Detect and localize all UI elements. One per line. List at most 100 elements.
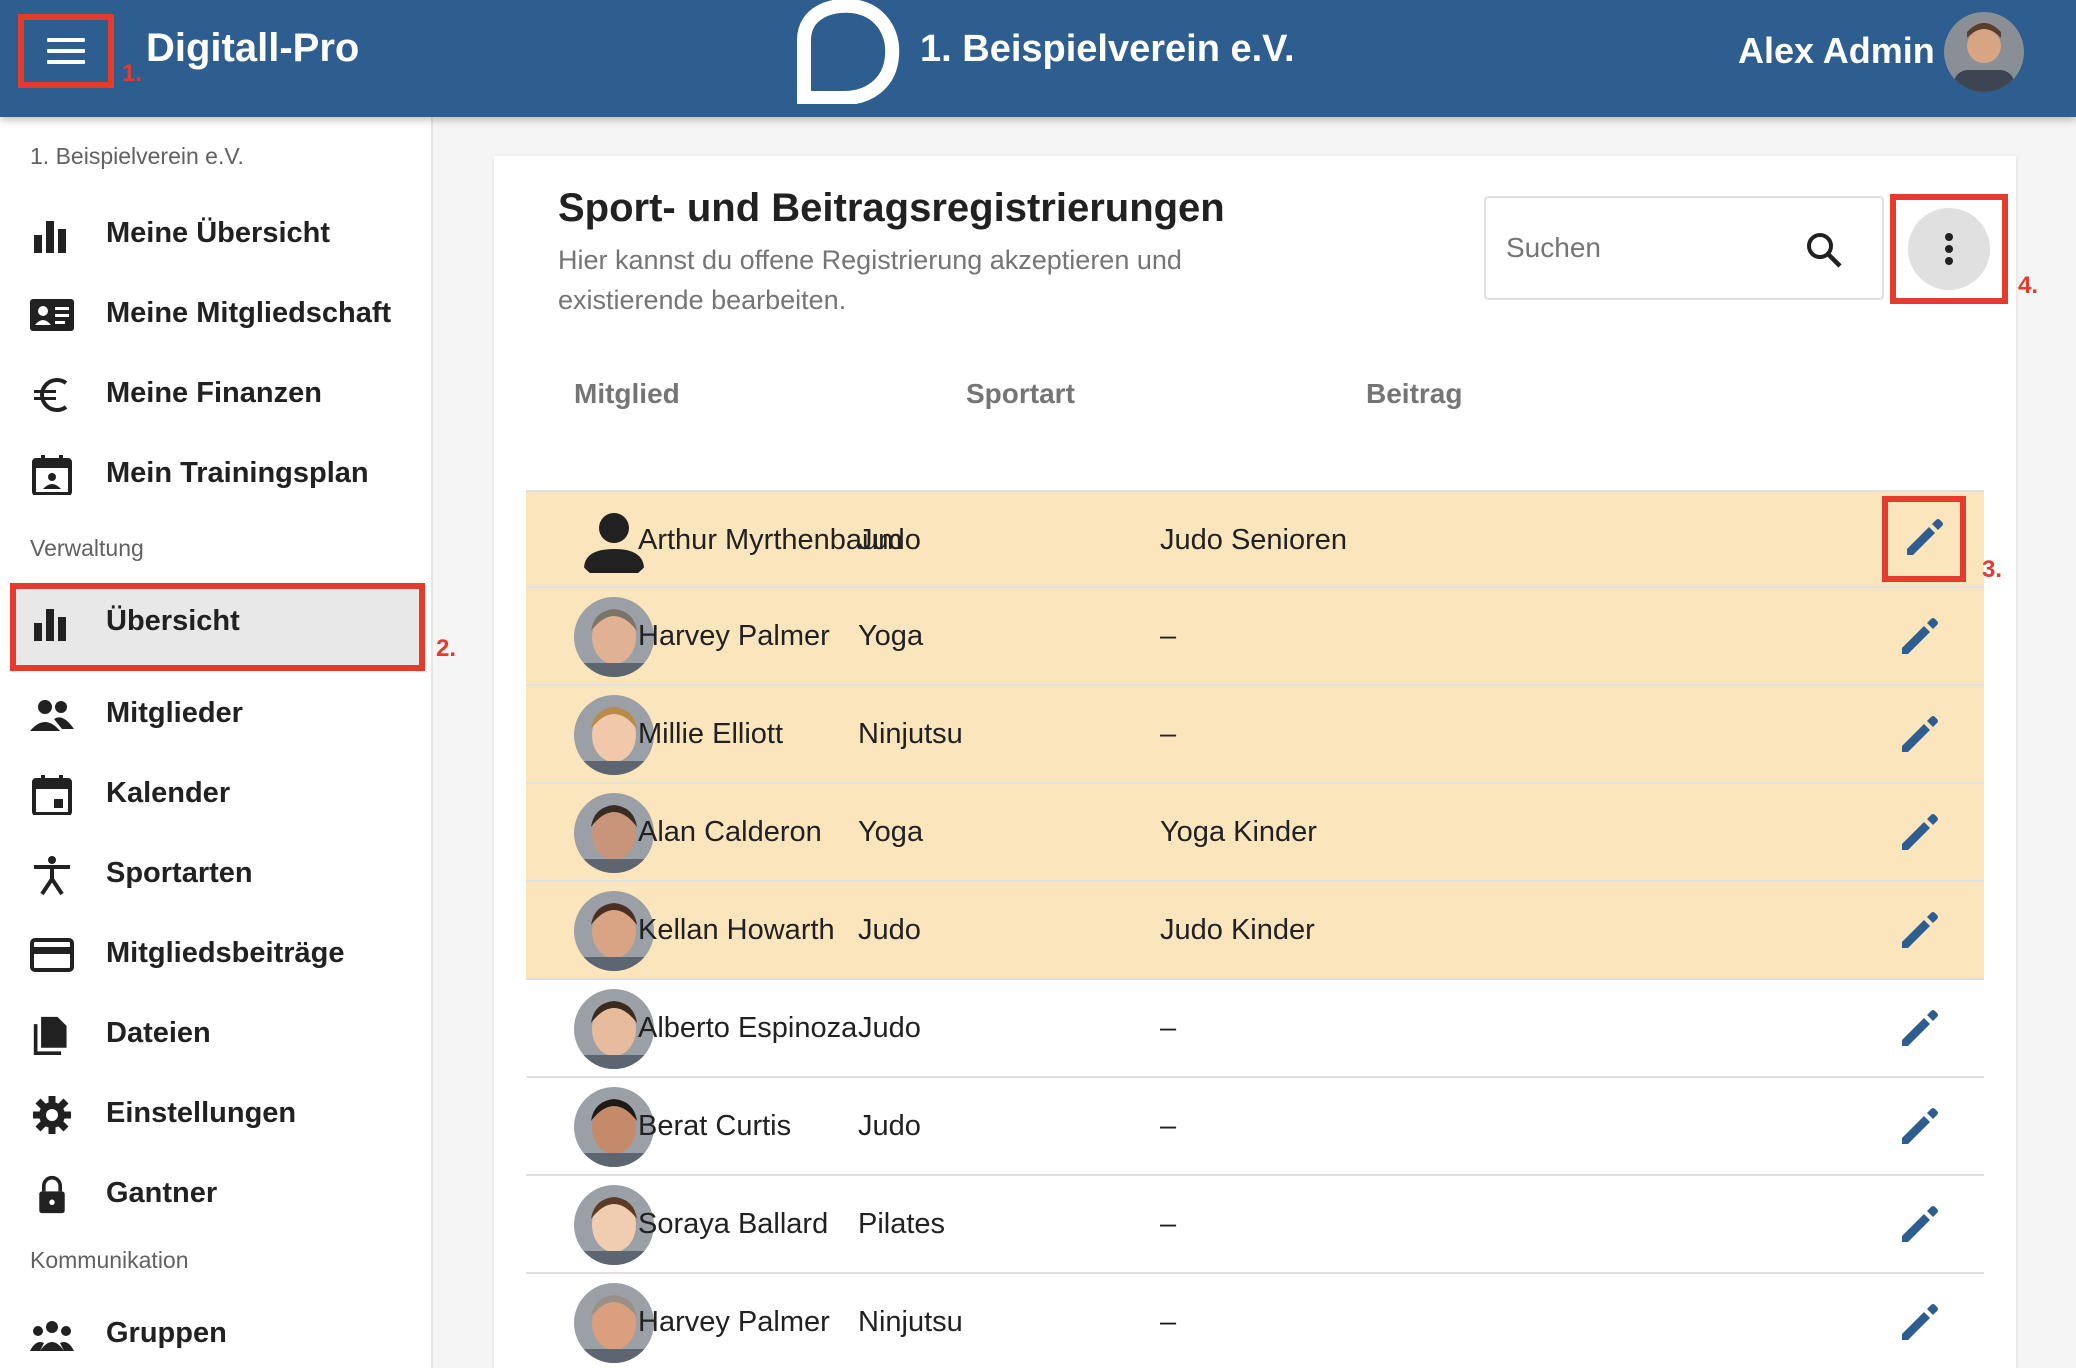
more-options-button[interactable] <box>1890 194 2008 304</box>
sidebar-item-meine-mitgliedschaft[interactable]: Meine Mitgliedschaft <box>10 275 425 355</box>
column-header-mitglied[interactable]: Mitglied <box>574 378 680 410</box>
sidebar-item-kalender[interactable]: Kalender <box>10 755 425 835</box>
sidebar-item-mitglieder[interactable]: Mitglieder <box>10 675 425 755</box>
table-row[interactable]: Alan Calderon Yoga Yoga Kinder <box>526 784 1984 882</box>
calendar-icon <box>32 775 72 815</box>
table-row[interactable]: Berat Curtis Judo – <box>526 1078 1984 1176</box>
edit-button[interactable] <box>1896 712 1942 758</box>
sidebar-item-sportarten[interactable]: Sportarten <box>10 835 425 915</box>
sidebar-item-label: Meine Finanzen <box>106 377 322 409</box>
pencil-icon <box>1902 716 1938 752</box>
pencil-icon <box>1902 618 1938 654</box>
groups-icon <box>30 1321 74 1351</box>
annotation-label: 1. <box>122 60 143 87</box>
sidebar-item-mitgliedsbeitraege[interactable]: Mitgliedsbeiträge <box>10 915 425 995</box>
sidebar-item-label: Meine Übersicht <box>106 217 330 249</box>
edit-button[interactable] <box>1896 1202 1942 1248</box>
bar-chart-icon <box>34 221 66 253</box>
sidebar-item-gruppen[interactable]: Gruppen <box>10 1295 425 1368</box>
edit-button[interactable] <box>1896 1300 1942 1346</box>
edit-button[interactable] <box>1896 1006 1942 1052</box>
member-name: Harvey Palmer <box>638 1306 830 1338</box>
sidebar-item-meine-finanzen[interactable]: Meine Finanzen <box>10 355 425 435</box>
top-app-bar: 1. Digitall-Pro 1. Beispielverein e.V. A… <box>0 0 2076 117</box>
sidebar-item-einstellungen[interactable]: Einstellungen <box>10 1075 425 1155</box>
sidebar-section-verwaltung: Verwaltung <box>30 535 144 561</box>
sidebar-item-meine-uebersicht[interactable]: Meine Übersicht <box>10 195 425 275</box>
fee-name: – <box>1160 1306 1177 1338</box>
column-header-sportart[interactable]: Sportart <box>966 378 1075 410</box>
pencil-icon <box>1902 912 1938 948</box>
edit-button[interactable] <box>1896 1104 1942 1150</box>
sidebar-item-gantner[interactable]: Gantner <box>10 1155 425 1235</box>
files-icon <box>33 1016 67 1055</box>
table-row[interactable]: Soraya Ballard Pilates – <box>526 1176 1984 1274</box>
member-name: Alan Calderon <box>638 816 822 848</box>
sport-name: Ninjutsu <box>858 718 963 750</box>
menu-button[interactable] <box>18 14 114 88</box>
search-icon[interactable] <box>1804 230 1844 270</box>
fee-name: Judo Senioren <box>1160 524 1348 556</box>
user-avatar[interactable] <box>1944 12 2024 92</box>
fee-name: – <box>1160 620 1177 652</box>
pencil-icon <box>1902 1304 1938 1340</box>
fee-name: – <box>1160 1208 1177 1240</box>
sidebar-item-mein-trainingsplan[interactable]: Mein Trainingsplan <box>10 435 425 515</box>
app-title: Digitall-Pro <box>146 26 360 70</box>
pencil-icon <box>1902 1206 1938 1242</box>
member-name: Berat Curtis <box>638 1110 792 1142</box>
gear-icon <box>33 1096 71 1134</box>
edit-button[interactable] <box>1896 810 1942 856</box>
sport-name: Judo <box>858 914 921 946</box>
table-row[interactable]: Harvey Palmer Ninjutsu – <box>526 1274 1984 1368</box>
member-name: Kellan Howarth <box>638 914 835 946</box>
bar-chart-icon <box>34 609 66 641</box>
member-name: Alberto Espinoza <box>638 1012 858 1044</box>
fee-name: Yoga Kinder <box>1160 816 1317 848</box>
sport-name: Pilates <box>858 1208 946 1240</box>
pencil-icon <box>1902 814 1938 850</box>
more-vertical-icon <box>1908 208 1990 290</box>
sport-figure-icon <box>34 856 70 895</box>
fee-name: Judo Kinder <box>1160 914 1315 946</box>
euro-icon <box>34 378 68 412</box>
table-row[interactable]: Millie Elliott Ninjutsu – <box>526 686 1984 784</box>
user-name[interactable]: Alex Admin <box>1738 30 1935 72</box>
sidebar-item-dateien[interactable]: Dateien <box>10 995 425 1075</box>
fee-name: – <box>1160 1110 1177 1142</box>
pencil-icon <box>1902 1010 1938 1046</box>
search-field[interactable]: Suchen <box>1484 196 1884 300</box>
sidebar-section-kommunikation: Kommunikation <box>30 1247 189 1273</box>
pencil-icon <box>1907 519 1943 555</box>
sidebar-item-uebersicht[interactable]: Übersicht <box>10 583 425 671</box>
member-name: Soraya Ballard <box>638 1208 829 1240</box>
sidebar-item-label: Gantner <box>106 1177 218 1209</box>
search-input[interactable]: Suchen <box>1506 232 1601 264</box>
registrations-card: Sport- und Beitragsregistrierungen Hier … <box>494 156 2038 1368</box>
club-logo-icon <box>797 0 900 104</box>
edit-button[interactable] <box>1896 614 1942 660</box>
edit-button[interactable] <box>1882 496 1966 582</box>
credit-card-icon <box>30 938 74 972</box>
member-name: Millie Elliott <box>638 718 784 750</box>
table-row[interactable]: Alberto Espinoza Judo – <box>526 980 1984 1078</box>
member-name: Harvey Palmer <box>638 620 830 652</box>
sidebar-item-label: Mitglieder <box>106 697 243 729</box>
column-header-beitrag[interactable]: Beitrag <box>1366 378 1462 410</box>
page-subtitle: Hier kannst du offene Registrierung akze… <box>558 245 1182 315</box>
sport-name: Judo <box>858 1110 921 1142</box>
pencil-icon <box>1902 1108 1938 1144</box>
sidebar-item-label: Kalender <box>106 777 231 809</box>
club-title: 1. Beispielverein e.V. <box>920 28 1295 70</box>
sidebar: 1. Beispielverein e.V. Meine Übersicht M… <box>0 117 456 1368</box>
table-row[interactable]: Harvey Palmer Yoga – <box>526 588 1984 686</box>
sport-name: Yoga <box>858 816 924 848</box>
table-row[interactable]: Kellan Howarth Judo Judo Kinder <box>526 882 1984 980</box>
sidebar-item-label: Mein Trainingsplan <box>106 457 369 489</box>
annotation-label: 3. <box>1982 556 2003 583</box>
table-row[interactable]: Arthur Myrthenbaum Judo Judo Senioren <box>526 490 1984 588</box>
hamburger-icon <box>47 38 85 64</box>
sidebar-item-label: Einstellungen <box>106 1097 297 1129</box>
edit-button[interactable] <box>1896 908 1942 954</box>
sidebar-club-label: 1. Beispielverein e.V. <box>30 143 244 169</box>
